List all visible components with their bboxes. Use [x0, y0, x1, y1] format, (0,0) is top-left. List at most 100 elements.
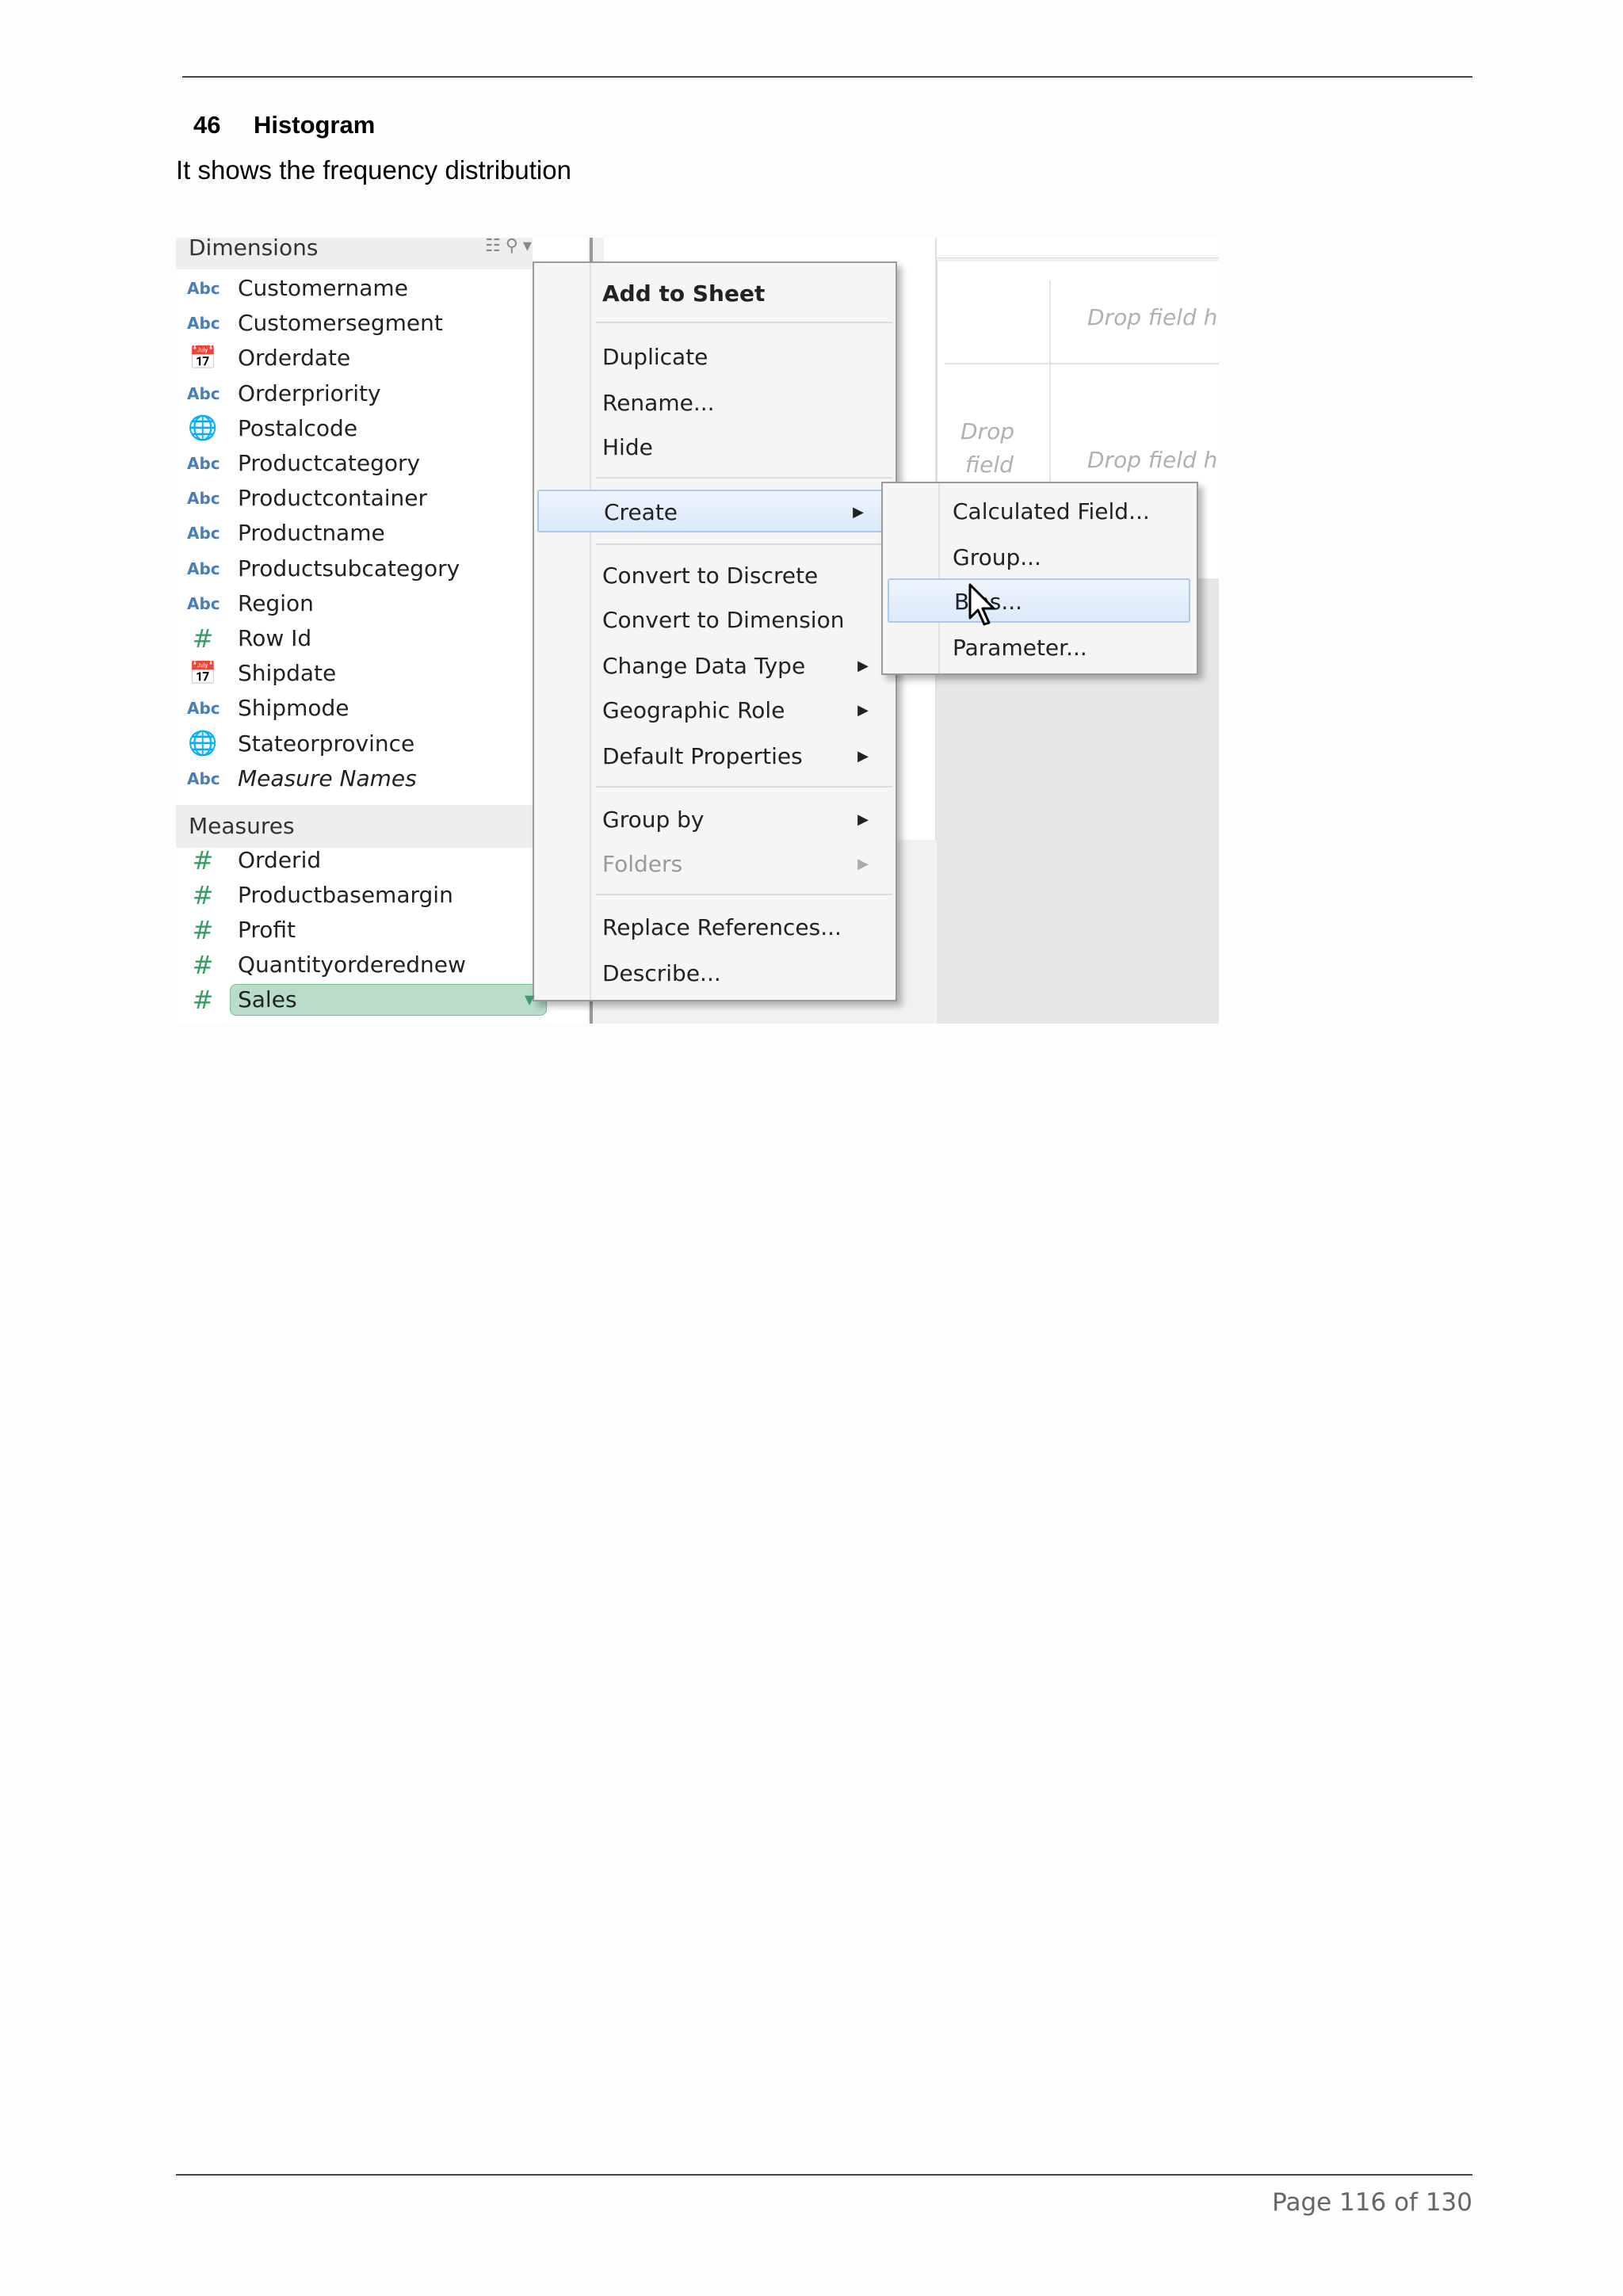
top-rule	[182, 76, 1472, 78]
dimensions-header: Dimensions	[176, 238, 533, 269]
field-productname[interactable]: Abc Productname	[176, 516, 533, 551]
field-label: Measure Names	[238, 765, 417, 791]
calendar-icon: 📅	[189, 660, 217, 687]
drop-label-1[interactable]: Drop	[960, 418, 1014, 445]
field-label: Shipdate	[238, 660, 337, 687]
field-row-id[interactable]: # Row Id	[176, 621, 533, 656]
field-productcategory[interactable]: Abc Productcategory	[176, 446, 533, 481]
menu-folders-label: Folders	[602, 851, 683, 877]
globe-icon: 🌐	[188, 414, 218, 442]
field-customername[interactable]: Abc Customername	[176, 271, 533, 306]
menu-duplicate[interactable]: Duplicate	[534, 336, 896, 379]
menu-add-to-sheet[interactable]: Add to Sheet	[534, 273, 896, 315]
submenu-bins[interactable]: Bins...	[888, 578, 1190, 623]
abc-string-icon: Abc	[187, 593, 220, 613]
submenu-arrow-icon: ▶	[857, 856, 869, 872]
field-label: Region	[238, 589, 314, 616]
menu-default-properties[interactable]: Default Properties ▶	[534, 735, 896, 778]
abc-string-icon: Abc	[187, 279, 220, 298]
number-icon: #	[192, 915, 214, 945]
field-productcontainer[interactable]: Abc Productcontainer	[176, 481, 533, 516]
field-orderpriority[interactable]: Abc Orderpriority	[176, 376, 533, 411]
submenu-group[interactable]: Group...	[883, 536, 1197, 580]
section-number: 46	[193, 111, 221, 139]
submenu-arrow-icon: ▶	[857, 702, 869, 719]
section-title: Histogram	[254, 111, 376, 139]
field-label: Customersegment	[238, 310, 443, 337]
menu-rename[interactable]: Rename...	[534, 382, 896, 425]
field-customersegment[interactable]: Abc Customersegment	[176, 306, 533, 341]
canvas-grid-horizontal	[945, 363, 1219, 364]
number-icon: #	[192, 985, 214, 1015]
menu-geographic-role-label: Geographic Role	[602, 697, 785, 723]
field-label: Customername	[238, 275, 408, 301]
menu-folders: Folders ▶	[534, 843, 896, 886]
field-label: Profit	[238, 917, 296, 943]
abc-string-icon: Abc	[187, 383, 220, 403]
section-description: It shows the frequency distribution	[176, 155, 571, 185]
number-icon: #	[192, 845, 214, 875]
field-stateorprovince[interactable]: 🌐 Stateorprovince	[176, 727, 533, 761]
menu-replace-references[interactable]: Replace References...	[534, 906, 896, 949]
field-label: Postalcode	[238, 414, 358, 441]
field-quantityorderednew[interactable]: # Quantityorderednew	[176, 948, 533, 982]
field-orderdate[interactable]: 📅 Orderdate	[176, 341, 533, 376]
submenu-parameter[interactable]: Parameter...	[883, 626, 1197, 670]
field-label: Quantityorderednew	[238, 952, 466, 978]
menu-separator	[596, 543, 892, 545]
abc-string-icon: Abc	[187, 699, 220, 719]
abc-string-icon: Abc	[187, 314, 220, 334]
field-label: Productsubcategory	[238, 555, 460, 582]
abc-string-icon: Abc	[187, 559, 220, 578]
field-postalcode[interactable]: 🌐 Postalcode	[176, 411, 533, 446]
submenu-arrow-icon: ▶	[857, 748, 869, 765]
field-label: Productname	[238, 520, 385, 547]
drop-field-bottom[interactable]: Drop field h	[1087, 447, 1217, 474]
menu-separator	[596, 786, 892, 788]
menu-create[interactable]: Create ▶	[537, 490, 892, 532]
rows-shelf	[937, 238, 1219, 258]
section-heading: 46 Histogram	[193, 111, 375, 139]
field-sales[interactable]: # Sales ▼	[176, 982, 547, 1017]
field-productbasemargin[interactable]: # Productbasemargin	[176, 878, 533, 913]
menu-convert-to-discrete[interactable]: Convert to Discrete	[534, 555, 896, 597]
create-submenu: Calculated Field... Group... Bins... Par…	[881, 482, 1198, 675]
menu-convert-to-dimension[interactable]: Convert to Dimension	[534, 599, 896, 642]
globe-icon: 🌐	[188, 729, 218, 757]
submenu-calculated-field[interactable]: Calculated Field...	[883, 490, 1197, 534]
menu-hide[interactable]: Hide	[534, 426, 896, 469]
menu-separator	[596, 894, 892, 895]
number-icon: #	[192, 950, 214, 980]
menu-default-properties-label: Default Properties	[602, 743, 803, 769]
field-shipmode[interactable]: Abc Shipmode	[176, 691, 533, 726]
field-label: Productcontainer	[238, 485, 427, 512]
number-icon: #	[192, 880, 214, 910]
mouse-pointer-icon	[968, 583, 995, 626]
field-label: Orderid	[238, 847, 322, 873]
field-region[interactable]: Abc Region	[176, 586, 533, 621]
field-orderid[interactable]: # Orderid	[176, 843, 533, 878]
submenu-arrow-icon: ▶	[857, 811, 869, 828]
menu-geographic-role[interactable]: Geographic Role ▶	[534, 689, 896, 732]
menu-change-data-type-label: Change Data Type	[602, 653, 806, 679]
field-label: Orderdate	[238, 345, 351, 372]
field-label: Productbasemargin	[238, 882, 453, 908]
submenu-arrow-icon: ▶	[853, 504, 864, 521]
menu-separator	[596, 322, 892, 323]
field-profit[interactable]: # Profit	[176, 913, 533, 948]
drop-field-top[interactable]: Drop field h	[1087, 304, 1217, 331]
bottom-rule	[176, 2174, 1472, 2176]
field-shipdate[interactable]: 📅 Shipdate	[176, 656, 533, 691]
field-label: Row Id	[238, 625, 312, 651]
menu-describe[interactable]: Describe...	[534, 952, 896, 995]
field-productsubcategory[interactable]: Abc Productsubcategory	[176, 551, 533, 586]
abc-string-icon: Abc	[187, 489, 220, 509]
dimensions-tools-icon[interactable]: ☷⚲▾	[485, 238, 537, 256]
menu-change-data-type[interactable]: Change Data Type ▶	[534, 645, 896, 688]
menu-group-by[interactable]: Group by ▶	[534, 799, 896, 841]
drop-label-2[interactable]: field	[965, 452, 1014, 479]
calendar-icon: 📅	[189, 345, 217, 372]
field-dropdown-icon[interactable]: ▼	[525, 982, 534, 1017]
field-measure-names[interactable]: Abc Measure Names	[176, 761, 533, 796]
page-number: Page 116 of 130	[1272, 2188, 1472, 2217]
